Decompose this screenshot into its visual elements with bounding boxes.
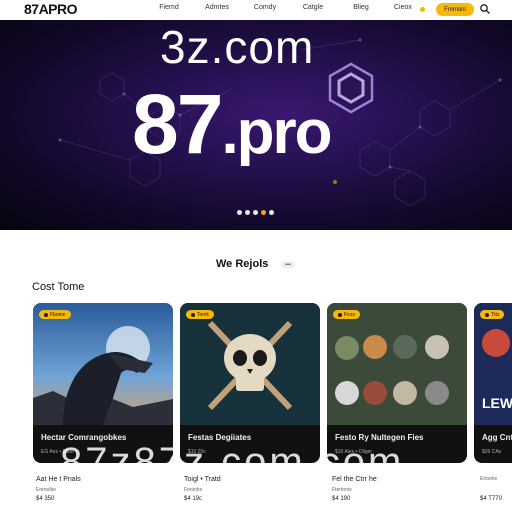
card-2-below-title: Toigl • Tratd <box>184 476 221 483</box>
card-2-title: Festas Degiiates <box>188 433 252 442</box>
card-2-below-meta: Fontohs <box>184 487 203 493</box>
card-3-below-meta: Ftertonts <box>332 487 352 493</box>
nav-link-1[interactable]: Fiemd <box>145 4 193 11</box>
card-4-title: Agg Cnt <box>482 433 512 442</box>
hero-domain-text: 3z.com <box>160 21 315 73</box>
login-link[interactable]: Cieox <box>394 4 412 11</box>
card-4-meta: $26 CAs <box>482 449 502 455</box>
top-nav: 87APRO Fiemd Admtes Comdy Catgle Blieg C… <box>0 0 512 20</box>
sub-section-title: Cost Tome <box>32 281 85 293</box>
hero-title-suffix: .pro <box>221 98 332 167</box>
card-2-tag: Tomk <box>186 310 214 319</box>
svg-text:LEW: LEW <box>482 395 512 411</box>
card-4-below-meta: Ertoshe <box>480 476 498 482</box>
carousel-dot-4[interactable] <box>261 210 266 215</box>
nav-link-4[interactable]: Catgle <box>289 4 337 11</box>
section-title: We Rejols <box>216 258 269 270</box>
hero-title-main: 87 <box>132 77 223 171</box>
site-logo[interactable]: 87APRO <box>24 1 78 17</box>
card-1-meta: EG Aes • Blaer <box>41 449 75 455</box>
card-3-art <box>327 303 467 425</box>
section-more-button[interactable]: ••• <box>281 261 295 268</box>
search-icon[interactable] <box>479 3 491 15</box>
card-1-price: $4 350 <box>36 496 55 502</box>
signup-button[interactable]: Fmmonl <box>436 3 474 16</box>
card-1-below-title: Aat He t Pnals <box>36 476 81 483</box>
carousel-dot-2[interactable] <box>245 210 250 215</box>
card-4-tag: Ttts <box>480 310 505 319</box>
nav-link-5[interactable]: Blieg <box>337 4 385 11</box>
card-2-price: $4 19c <box>184 496 203 502</box>
nav-link-2[interactable]: Admtes <box>193 4 241 11</box>
card-1-tag: Fbomn <box>39 310 71 319</box>
nav-link-3[interactable]: Comdy <box>241 4 289 11</box>
carousel-dot-5[interactable] <box>269 210 274 215</box>
card-3-tag: Fcos <box>333 310 360 319</box>
card-3-below-title: Fel the Ctrr he <box>332 476 377 483</box>
game-card-4[interactable]: LEW Ttts Agg Cnt $26 CAs <box>474 303 512 463</box>
card-4-art: LEW <box>474 303 512 425</box>
card-2-meta: $10 20c <box>188 449 206 455</box>
game-card-3[interactable]: Fcos Festo Ry Nultegen Fies $16 Ales • O… <box>327 303 467 463</box>
card-4-price: $4 T770 <box>480 496 502 502</box>
card-3-title: Festo Ry Nultegen Fies <box>335 433 424 442</box>
game-card-1[interactable]: Fbomn Hectar Comrangobkes EG Aes • Blaer <box>33 303 173 463</box>
card-1-below-meta: Enrnelbe <box>36 487 57 493</box>
game-card-2[interactable]: Tomk Festas Degiiates $10 20c <box>180 303 320 463</box>
card-1-art <box>33 303 173 425</box>
card-3-meta: $16 Ales • Oliger <box>335 449 373 455</box>
nav-links: Fiemd Admtes Comdy Catgle Blieg <box>145 4 385 11</box>
status-dot <box>420 7 425 12</box>
pentagon-badge-icon <box>328 62 374 114</box>
card-2-art <box>180 303 320 425</box>
card-3-price: $4 190 <box>332 496 351 502</box>
card-1-title: Hectar Comrangobkes <box>41 433 127 442</box>
hero-banner[interactable]: 3z.com 87.pro <box>0 20 512 230</box>
hero-title: 87.pro <box>132 76 333 173</box>
carousel-dots <box>237 210 274 215</box>
carousel-dot-3[interactable] <box>253 210 258 215</box>
carousel-dot-1[interactable] <box>237 210 242 215</box>
